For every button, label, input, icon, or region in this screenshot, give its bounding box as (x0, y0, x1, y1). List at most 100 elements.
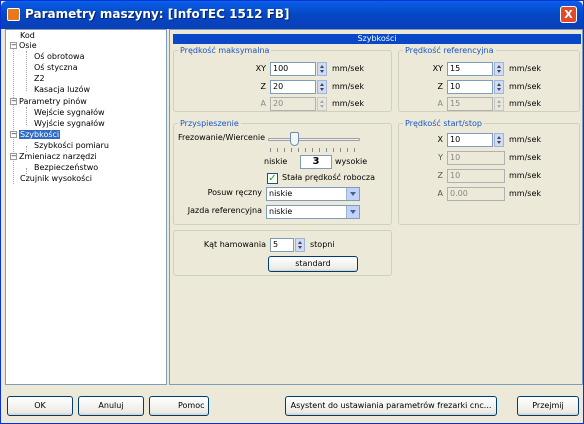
jazda-label: Jazda referencyjna (187, 206, 262, 215)
startstop-a-input: 0.00 (447, 187, 505, 201)
ref-speed-a-input: 15 (447, 97, 493, 111)
help-button[interactable]: Pomoc (149, 396, 209, 416)
axis-label: A (260, 99, 266, 108)
unit-label: mm/sek (509, 64, 542, 73)
unit-label: mm/sek (509, 153, 542, 162)
max-speed-title: Prędkość maksymalna (178, 46, 272, 55)
settings-tree: Kod − Osie Oś obrotowa Oś styczna Z2 Kasa… (5, 29, 167, 385)
max-speed-a-input: 20 (270, 97, 316, 111)
tree-item-label: Zmieniacz narzędzi (19, 152, 97, 161)
startstop-title: Prędkość start/stop (403, 119, 484, 128)
panel-header: Szybkości (173, 34, 581, 44)
acceleration-title: Przyspieszenie (178, 119, 241, 128)
tree-item-wejscie-sygnalow[interactable]: Wejście sygnałów (34, 107, 105, 118)
startstop-y-input: 10 (447, 151, 505, 165)
tree-item-label: Szybkości pomiaru (34, 141, 109, 150)
spinner-icon[interactable] (494, 62, 504, 76)
close-button[interactable]: X (560, 6, 577, 23)
cancel-button[interactable]: Anuluj (78, 396, 144, 416)
acceleration-group: Przyspieszenie Frezowanie/Wiercenie nisk… (173, 119, 392, 225)
max-speed-z-input[interactable]: 20 (270, 80, 316, 94)
tree-item-label: Wejście sygnałów (34, 108, 105, 117)
tree-item-label: Bezpieczeństwo (34, 163, 99, 172)
unit-label: mm/sek (509, 171, 542, 180)
settings-panel: Szybkości Prędkość maksymalna XY 100 mm/… (169, 29, 583, 385)
ok-button[interactable]: OK (7, 396, 73, 416)
collapse-icon[interactable]: − (10, 131, 17, 138)
slider-label: Frezowanie/Wiercenie (178, 133, 266, 142)
slider-ticks (270, 148, 360, 152)
max-speed-group: Prędkość maksymalna XY 100 mm/sek Z 20 m… (173, 46, 392, 112)
unit-label: mm/sek (509, 135, 542, 144)
ref-speed-z-input[interactable]: 10 (447, 80, 493, 94)
ref-speed-group: Prędkość referencyjna XY 15 mm/sek Z 10 … (398, 46, 580, 112)
assistant-button[interactable]: Asystent do ustawiania parametrów frezar… (285, 396, 497, 416)
acceleration-value: 3 (300, 155, 332, 169)
chevron-down-icon[interactable] (346, 206, 359, 218)
apply-button[interactable]: Przejmij (517, 396, 579, 416)
tree-item-label: Wyjście sygnałów (34, 119, 105, 128)
tree-item-osie[interactable]: − Osie (10, 40, 37, 51)
dialog-window: Parametry maszyny: [InfoTEC 1512 FB] X K… (0, 0, 584, 424)
braking-group: Kąt hamowania 5 stopni standard (173, 230, 392, 276)
tree-item-label: Czujnik wysokości (20, 174, 92, 183)
axis-label: A (437, 189, 443, 198)
standard-button[interactable]: standard (268, 256, 358, 272)
acceleration-slider-thumb[interactable] (290, 132, 300, 146)
spinner-icon[interactable] (295, 238, 305, 252)
tree-item-label: Kod (20, 31, 35, 40)
tree-item-kasacja-luzow[interactable]: Kasacja luzów (34, 84, 90, 95)
acceleration-slider-track[interactable] (268, 138, 360, 141)
jazda-select-value: niskie (269, 207, 293, 216)
startstop-x-input[interactable]: 10 (447, 133, 493, 147)
unit-label: mm/sek (509, 189, 542, 198)
high-label: wysokie (335, 157, 368, 166)
unit-label: mm/sek (332, 82, 365, 91)
axis-label: A (437, 99, 443, 108)
unit-label: mm/sek (509, 82, 542, 91)
title-bar[interactable]: Parametry maszyny: [InfoTEC 1512 FB] X (1, 1, 583, 29)
spinner-icon[interactable] (494, 80, 504, 94)
tree-item-szybkosci[interactable]: − Szybkości (10, 129, 61, 140)
unit-label: mm/sek (509, 99, 542, 108)
tree-item-z2[interactable]: Z2 (34, 73, 45, 84)
posuw-label: Posuw ręczny (207, 188, 262, 197)
braking-input[interactable]: 5 (270, 238, 294, 252)
window-title: Parametry maszyny: [InfoTEC 1512 FB] (25, 7, 290, 21)
posuw-select[interactable]: niskie (266, 187, 360, 201)
tree-item-szybkosci-pomiaru[interactable]: Szybkości pomiaru (34, 140, 109, 151)
tree-item-czujnik-wysokosci[interactable]: Czujnik wysokości (20, 173, 92, 184)
unit-label: mm/sek (332, 64, 365, 73)
ref-speed-xy-input[interactable]: 15 (447, 62, 493, 76)
axis-label: XY (255, 64, 266, 73)
tree-item-parametry-pinow[interactable]: − Parametry pinów (10, 96, 87, 107)
constant-speed-checkbox[interactable]: ✓ (267, 173, 278, 184)
collapse-icon[interactable]: − (10, 98, 17, 105)
tree-item-label: Osie (19, 41, 37, 50)
collapse-icon[interactable]: − (10, 153, 17, 160)
spinner-icon (317, 97, 327, 111)
spinner-icon (494, 97, 504, 111)
tree-item-label: Z2 (34, 74, 45, 83)
chevron-down-icon[interactable] (346, 188, 359, 200)
axis-label: Z (437, 82, 443, 91)
jazda-select[interactable]: niskie (266, 205, 360, 219)
tree-item-label: Kasacja luzów (34, 85, 91, 94)
tree-item-label: Szybkości (19, 130, 61, 139)
collapse-icon[interactable]: − (10, 42, 17, 49)
max-speed-xy-input[interactable]: 100 (270, 62, 316, 76)
spinner-icon[interactable] (317, 62, 327, 76)
tree-item-label: Oś obrotowa (34, 52, 85, 61)
tree-item-bezpieczenstwo[interactable]: Bezpieczeństwo (34, 162, 98, 173)
tree-item-zmieniacz-narzedzi[interactable]: − Zmieniacz narzędzi (10, 151, 97, 162)
tree-item-wyjscie-sygnalow[interactable]: Wyjście sygnałów (34, 118, 105, 129)
tree-item-os-obrotowa[interactable]: Oś obrotowa (34, 51, 84, 62)
constant-speed-label: Stała prędkość robocza (282, 173, 376, 182)
spinner-icon[interactable] (317, 80, 327, 94)
spinner-icon[interactable] (494, 133, 504, 147)
axis-label: Z (437, 171, 443, 180)
tree-item-os-styczna[interactable]: Oś styczna (34, 62, 78, 73)
app-icon (7, 8, 20, 21)
braking-label: Kąt hamowania (203, 240, 266, 249)
tree-item-label: Oś styczna (34, 63, 78, 72)
